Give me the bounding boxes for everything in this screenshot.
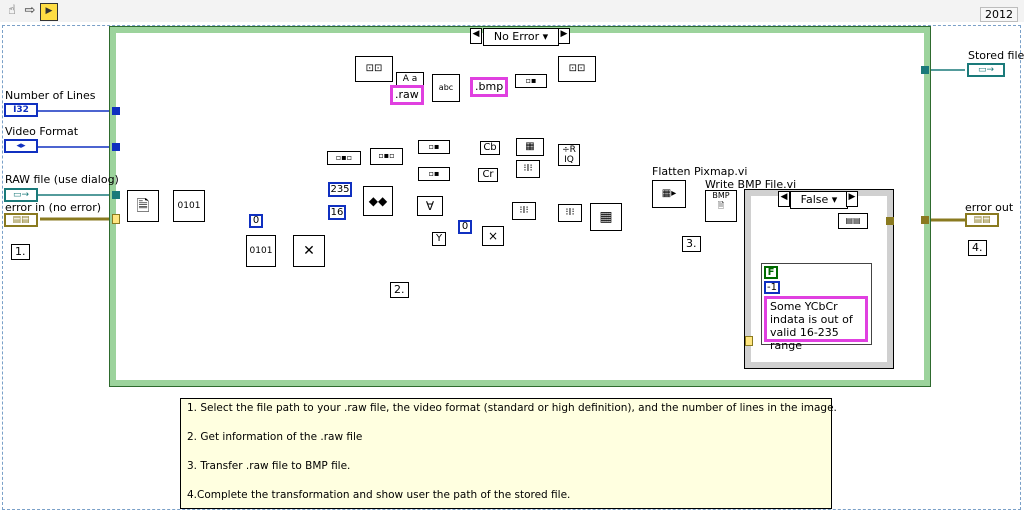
stored-file-label: Stored file <box>968 49 1024 62</box>
index-array-node-1[interactable]: ▫▪▫ <box>327 151 361 165</box>
tunnel-format <box>112 143 120 151</box>
case-selector[interactable]: No Error ▾ <box>483 28 559 46</box>
close-file-node[interactable]: ✕ <box>293 235 325 267</box>
raw-extension-constant[interactable]: .raw <box>390 85 424 105</box>
split-node-cb[interactable]: ▫▪ <box>418 140 450 154</box>
number-of-lines-label: Number of Lines <box>5 89 96 102</box>
string-node-a[interactable]: A a <box>396 72 424 86</box>
error-cluster-node[interactable]: ▤▤ <box>838 213 868 229</box>
constant-16[interactable]: 16 <box>328 205 346 220</box>
comment-line-3: 3. Transfer .raw file to BMP file. <box>187 460 351 472</box>
step-1-label: 1. <box>11 244 30 260</box>
split-node-cr[interactable]: ▫▪ <box>418 167 450 181</box>
write-bmp-node[interactable]: BMP 🗎 <box>705 190 737 222</box>
error-in-control[interactable]: ▤▤ <box>4 213 38 227</box>
flatten-pixmap-label: Flatten Pixmap.vi <box>652 165 748 178</box>
comment-line-4: 4.Complete the transformation and show u… <box>187 489 571 501</box>
video-format-label: Video Format <box>5 125 79 138</box>
inner-case-prev[interactable]: ◀ <box>778 191 790 207</box>
build-array-node[interactable]: ▦ <box>516 138 544 156</box>
flatten-pixmap-node[interactable]: ▦▸ <box>652 180 686 208</box>
tunnel-error-out <box>921 216 929 224</box>
zero-constant-a[interactable]: 0 <box>249 214 263 228</box>
error-out-indicator: ▤▤ <box>965 213 999 227</box>
tunnel-lines <box>112 107 120 115</box>
y-label: Y <box>432 232 446 246</box>
case-prev-button[interactable]: ◀ <box>470 28 482 44</box>
open-file-node[interactable]: 0101 <box>173 190 205 222</box>
replace-string-node[interactable]: abc <box>432 74 460 102</box>
tunnel-stored <box>921 66 929 74</box>
type-badge: I32 <box>13 105 29 115</box>
tunnel-error-in <box>112 214 120 224</box>
error-message-constant[interactable]: Some YCbCr indata is out of valid 16-235… <box>764 296 868 352</box>
bmp-tag: BMP <box>712 191 730 200</box>
inner-tunnel-out <box>886 217 894 225</box>
step-3-label: 3. <box>682 236 701 252</box>
raw-file-label: RAW file (use dialog) <box>5 173 119 186</box>
boolean-false-constant[interactable]: F <box>764 266 778 279</box>
interleave-node-b[interactable]: ⁝I⁝ <box>512 202 536 220</box>
inner-case-selector-label: False <box>800 193 829 206</box>
zero-constant-b[interactable]: 0 <box>458 220 472 234</box>
read-binary-node[interactable]: 0101 <box>246 235 276 267</box>
case-next-button[interactable]: ▶ <box>558 28 570 44</box>
strip-path-node[interactable]: ⊡⊡ <box>355 56 393 82</box>
build-path-node[interactable]: ⊡⊡ <box>558 56 596 82</box>
case-selector-label: No Error <box>493 30 540 43</box>
stored-file-indicator: ▭→ <box>967 63 1005 77</box>
raw-file-control[interactable]: ▭→ <box>4 188 38 202</box>
video-format-control[interactable]: ◂▸ <box>4 139 38 153</box>
reshape-array-node[interactable]: ▦ <box>590 203 622 231</box>
error-code-constant[interactable]: -1 <box>764 281 780 294</box>
inner-case-selector[interactable]: False ▾ <box>790 191 848 209</box>
step-4-label: 4. <box>968 240 987 256</box>
index-array-node-2[interactable]: ▫▪▫ <box>370 148 403 165</box>
interleave-node-c[interactable]: ⁝I⁝ <box>558 204 582 222</box>
comment-line-1: 1. Select the file path to your .raw fil… <box>187 402 837 414</box>
bmp-extension-constant[interactable]: .bmp <box>470 77 509 97</box>
cr-label: Cr <box>478 168 498 182</box>
inner-case-next[interactable]: ▶ <box>846 191 858 207</box>
in-range-node[interactable]: ◆◆ <box>363 186 393 216</box>
inner-tunnel-in <box>745 336 753 346</box>
interleave-node-a[interactable]: ⁝I⁝ <box>516 160 540 178</box>
file-dialog-node[interactable]: 🗎 <box>127 190 159 222</box>
constant-235[interactable]: 235 <box>328 182 352 197</box>
tunnel-path <box>112 191 120 199</box>
multiply-node[interactable]: × <box>482 226 504 246</box>
concat-node[interactable]: ▫▪ <box>515 74 547 88</box>
or-array-node[interactable]: ∀ <box>417 196 443 216</box>
step-2-label: 2. <box>390 282 409 298</box>
quotient-node[interactable]: ÷R IQ <box>558 144 580 166</box>
number-of-lines-control[interactable]: I32 <box>4 103 38 117</box>
comment-line-2: 2. Get information of the .raw file <box>187 431 363 443</box>
cb-label: Cb <box>480 141 500 155</box>
instructions-comment: 1. Select the file path to your .raw fil… <box>180 398 837 509</box>
